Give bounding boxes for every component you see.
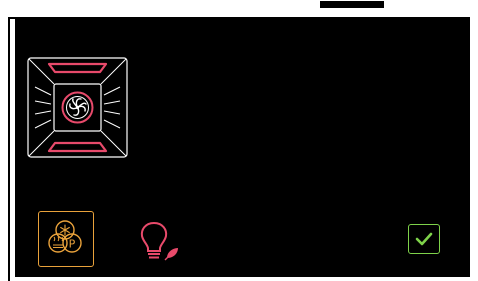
top-heating-element — [47, 62, 108, 74]
mode-button[interactable]: P — [38, 211, 94, 267]
mode-letter: P — [69, 238, 76, 251]
oven-fan-top-bottom-heat-icon — [27, 57, 128, 158]
screen-top-border — [8, 17, 470, 19]
oven-diagram — [27, 57, 128, 158]
top-tab — [319, 0, 385, 9]
fan-plus-pyrolysis-mode-icon: P — [48, 220, 82, 253]
oven-control-panel: P — [0, 0, 478, 281]
eco-light-bulb-icon — [140, 221, 178, 261]
screen-left-border — [8, 18, 10, 281]
confirm-button[interactable] — [408, 224, 440, 254]
eco-light-button[interactable] — [137, 220, 185, 266]
bottom-heating-element — [47, 141, 108, 153]
checkmark-icon — [415, 232, 433, 246]
